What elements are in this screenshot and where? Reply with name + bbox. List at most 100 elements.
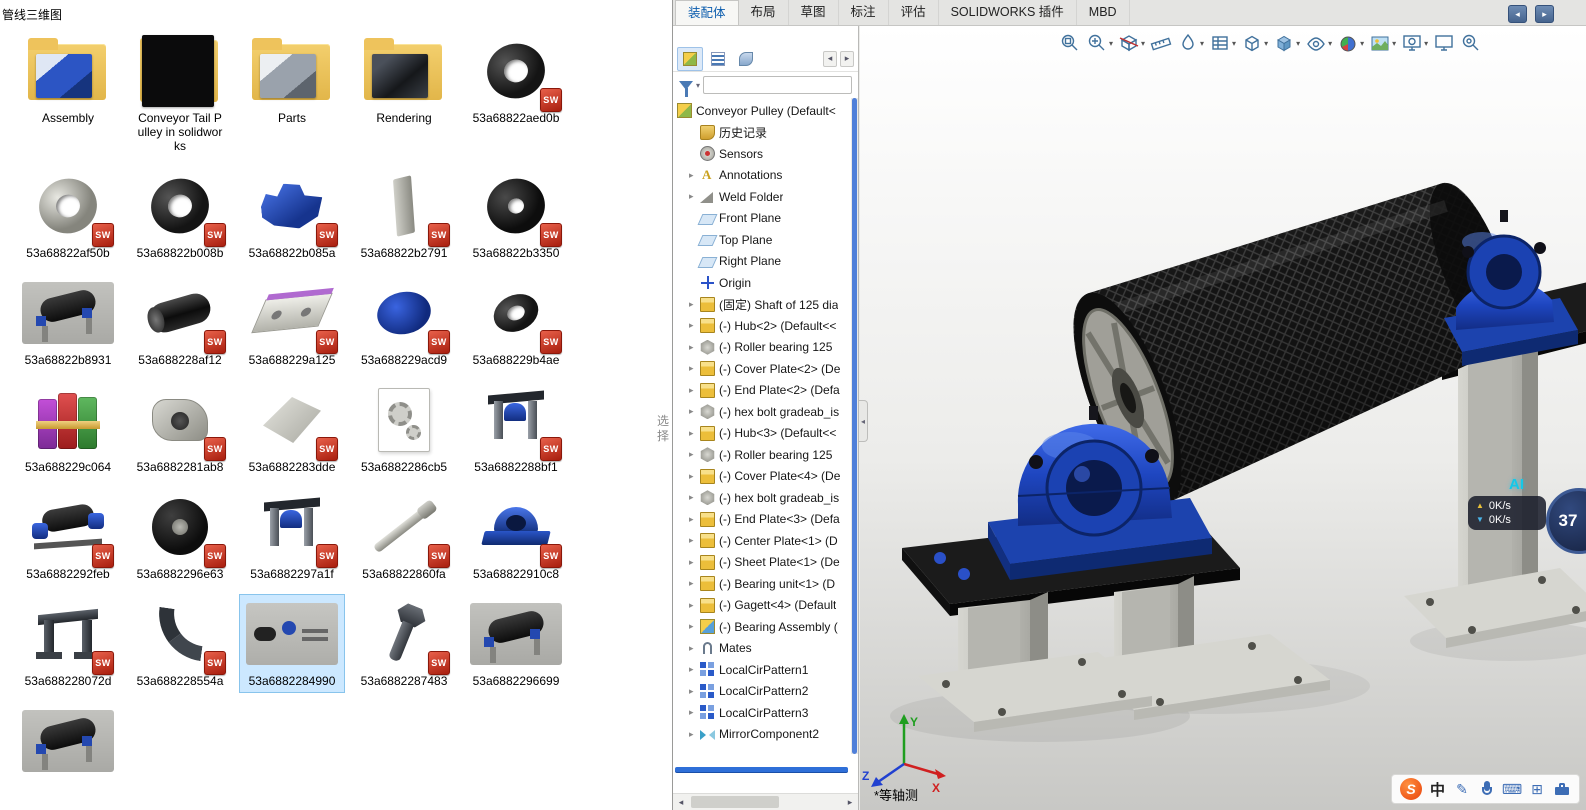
file-item[interactable]: SW53a68822aed0b xyxy=(464,32,568,157)
file-item[interactable]: 53a6882286cb5 xyxy=(352,381,456,478)
expand-arrow-icon[interactable]: ▸ xyxy=(689,730,700,739)
section-view-icon[interactable]: ▾ xyxy=(1117,31,1146,55)
full-screen-icon[interactable] xyxy=(1432,31,1456,55)
feature-tree-item[interactable]: ▸(-) hex bolt gradeab_is xyxy=(673,487,850,509)
feature-tree-item[interactable]: ▸LocalCirPattern1 xyxy=(673,659,850,681)
expand-arrow-icon[interactable]: ▸ xyxy=(689,300,700,309)
dropdown-caret-icon[interactable]: ▾ xyxy=(1392,39,1396,48)
keyboard-icon[interactable]: ⌨ xyxy=(1503,780,1521,798)
expand-arrow-icon[interactable]: ▸ xyxy=(689,450,700,459)
feature-tree-item[interactable]: ▸LocalCirPattern3 xyxy=(673,702,850,724)
feature-tree-item[interactable]: ▸(-) Gagett<4> (Default xyxy=(673,595,850,617)
expand-arrow-icon[interactable]: ▸ xyxy=(689,579,700,588)
feature-tree-item[interactable]: ▸(-) Bearing unit<1> (D xyxy=(673,573,850,595)
file-item[interactable]: SW53a6882283dde xyxy=(240,381,344,478)
ime-language-indicator[interactable]: 中 xyxy=(1430,779,1445,800)
view-settings-icon[interactable]: ▾ xyxy=(1400,31,1429,55)
expand-arrow-icon[interactable]: ▸ xyxy=(689,171,700,180)
expand-arrow-icon[interactable]: ▸ xyxy=(689,708,700,717)
ribbon-tab-3[interactable]: 草图 xyxy=(789,0,839,25)
dropdown-caret-icon[interactable]: ▾ xyxy=(1264,39,1268,48)
scrollbar-thumb[interactable] xyxy=(691,796,779,808)
filter-input[interactable] xyxy=(703,76,852,94)
feature-tree-item[interactable]: ▸Mates xyxy=(673,638,850,660)
expand-arrow-icon[interactable]: ▸ xyxy=(689,472,700,481)
feature-tree-item[interactable]: ▸(-) Cover Plate<2> (De xyxy=(673,358,850,380)
file-item[interactable] xyxy=(16,702,120,785)
expand-arrow-icon[interactable]: ▸ xyxy=(689,558,700,567)
expand-arrow-icon[interactable]: ▸ xyxy=(689,665,700,674)
view-orientation-icon[interactable]: ▾ xyxy=(1240,31,1269,55)
viewport-3d[interactable]: Y X Z ▾▾▾▾▾▾▾▾▾▾ *等轴测 AI ▲ 0K/s xyxy=(860,26,1586,810)
feature-tree-item[interactable]: Conveyor Pulley (Default< xyxy=(673,100,850,122)
feature-tree-item[interactable]: ▸(-) Cover Plate<4> (De xyxy=(673,466,850,488)
dropdown-caret-icon[interactable]: ▾ xyxy=(1109,39,1113,48)
vertical-scrollbar[interactable] xyxy=(851,98,858,754)
panel-splitter-handle[interactable]: ◂ xyxy=(859,400,868,442)
pen-icon[interactable]: ✎ xyxy=(1453,780,1471,798)
annotation-table-icon[interactable]: ▾ xyxy=(1208,31,1237,55)
feature-tree-item[interactable]: ▸(-) hex bolt gradeab_is xyxy=(673,401,850,423)
hide-show-items-icon[interactable]: ▾ xyxy=(1304,31,1333,55)
file-item[interactable]: SW53a68822910c8 xyxy=(464,488,568,585)
measure-icon[interactable] xyxy=(1149,31,1173,55)
file-item[interactable]: SW53a6882281ab8 xyxy=(128,381,232,478)
feature-tree-item[interactable]: ▸(-) Bearing Assembly ( xyxy=(673,616,850,638)
feature-tree-item[interactable]: Top Plane xyxy=(673,229,850,251)
file-item[interactable]: SW53a6882287483 xyxy=(352,595,456,692)
scroll-right-icon[interactable]: ▸ xyxy=(842,797,858,808)
feature-tree-item[interactable]: ▸(固定) Shaft of 125 dia xyxy=(673,294,850,316)
expand-arrow-icon[interactable]: ▸ xyxy=(689,536,700,545)
file-item[interactable]: Assembly xyxy=(16,32,120,157)
file-item[interactable]: Conveyor Tail Pulley in solidworks xyxy=(128,32,232,157)
dropdown-caret-icon[interactable]: ▾ xyxy=(1424,39,1428,48)
expand-arrow-icon[interactable]: ▸ xyxy=(689,687,700,696)
ribbon-tab-7[interactable]: MBD xyxy=(1077,0,1130,25)
expand-arrow-icon[interactable]: ▸ xyxy=(689,601,700,610)
feature-tree-item[interactable]: 历史记录 xyxy=(673,122,850,144)
network-speed-widget[interactable]: ▲ 0K/s ▼ 0K/s xyxy=(1468,496,1546,530)
dropdown-caret-icon[interactable]: ▾ xyxy=(1296,39,1300,48)
feature-tree-item[interactable]: Origin xyxy=(673,272,850,294)
ribbon-tab-6[interactable]: SOLIDWORKS 插件 xyxy=(939,0,1077,25)
zoom-area-icon[interactable]: ▾ xyxy=(1085,31,1114,55)
file-item[interactable]: SW53a6882296e63 xyxy=(128,488,232,585)
file-item[interactable]: SW53a688228072d xyxy=(16,595,120,692)
tab-scroll-left-icon[interactable]: ◂ xyxy=(823,51,837,67)
expand-arrow-icon[interactable]: ▸ xyxy=(689,407,700,416)
apply-scene-icon[interactable]: ▾ xyxy=(1368,31,1397,55)
grid-icon[interactable]: ⊞ xyxy=(1528,780,1546,798)
sogou-logo-icon[interactable]: S xyxy=(1400,778,1422,800)
file-item[interactable]: SW53a68822b3350 xyxy=(464,167,568,264)
expand-arrow-icon[interactable]: ▸ xyxy=(689,343,700,352)
propertymanager-tab[interactable] xyxy=(705,47,731,71)
dropdown-caret-icon[interactable]: ▾ xyxy=(1360,39,1364,48)
mic-icon[interactable] xyxy=(1478,780,1496,798)
feature-tree-item[interactable]: ▸(-) Center Plate<1> (D xyxy=(673,530,850,552)
dropdown-caret-icon[interactable]: ▾ xyxy=(1141,39,1145,48)
search-commands-icon[interactable] xyxy=(1459,31,1483,55)
expand-arrow-icon[interactable]: ▸ xyxy=(689,493,700,502)
expand-arrow-icon[interactable]: ▸ xyxy=(689,364,700,373)
expand-arrow-icon[interactable]: ▸ xyxy=(689,644,700,653)
expand-arrow-icon[interactable]: ▸ xyxy=(689,622,700,631)
toolbox-icon[interactable] xyxy=(1553,780,1571,798)
dropdown-caret-icon[interactable]: ▾ xyxy=(1200,39,1204,48)
file-item[interactable]: SW53a688228554a xyxy=(128,595,232,692)
feature-tree-item[interactable]: ▸MirrorComponent2 xyxy=(673,724,850,746)
expand-arrow-icon[interactable]: ▸ xyxy=(689,429,700,438)
file-item[interactable]: SW53a688229acd9 xyxy=(352,274,456,371)
feature-tree-item[interactable]: Front Plane xyxy=(673,208,850,230)
appearance-filter-icon[interactable]: ▾ xyxy=(1176,31,1205,55)
panel-collapse-left-icon[interactable]: ◂ xyxy=(1508,5,1527,23)
expand-arrow-icon[interactable]: ▸ xyxy=(689,515,700,524)
file-item[interactable]: 53a68822b8931 xyxy=(16,274,120,371)
file-item[interactable]: Parts xyxy=(240,32,344,157)
file-item[interactable]: Rendering xyxy=(352,32,456,157)
feature-tree-item[interactable]: Right Plane xyxy=(673,251,850,273)
feature-tree-item[interactable]: Sensors xyxy=(673,143,850,165)
filter-funnel-icon[interactable] xyxy=(679,81,693,90)
horizontal-scrollbar[interactable]: ◂ ▸ xyxy=(673,793,858,810)
featuremanager-tab[interactable] xyxy=(677,47,703,71)
file-item[interactable]: SW53a688229a125 xyxy=(240,274,344,371)
